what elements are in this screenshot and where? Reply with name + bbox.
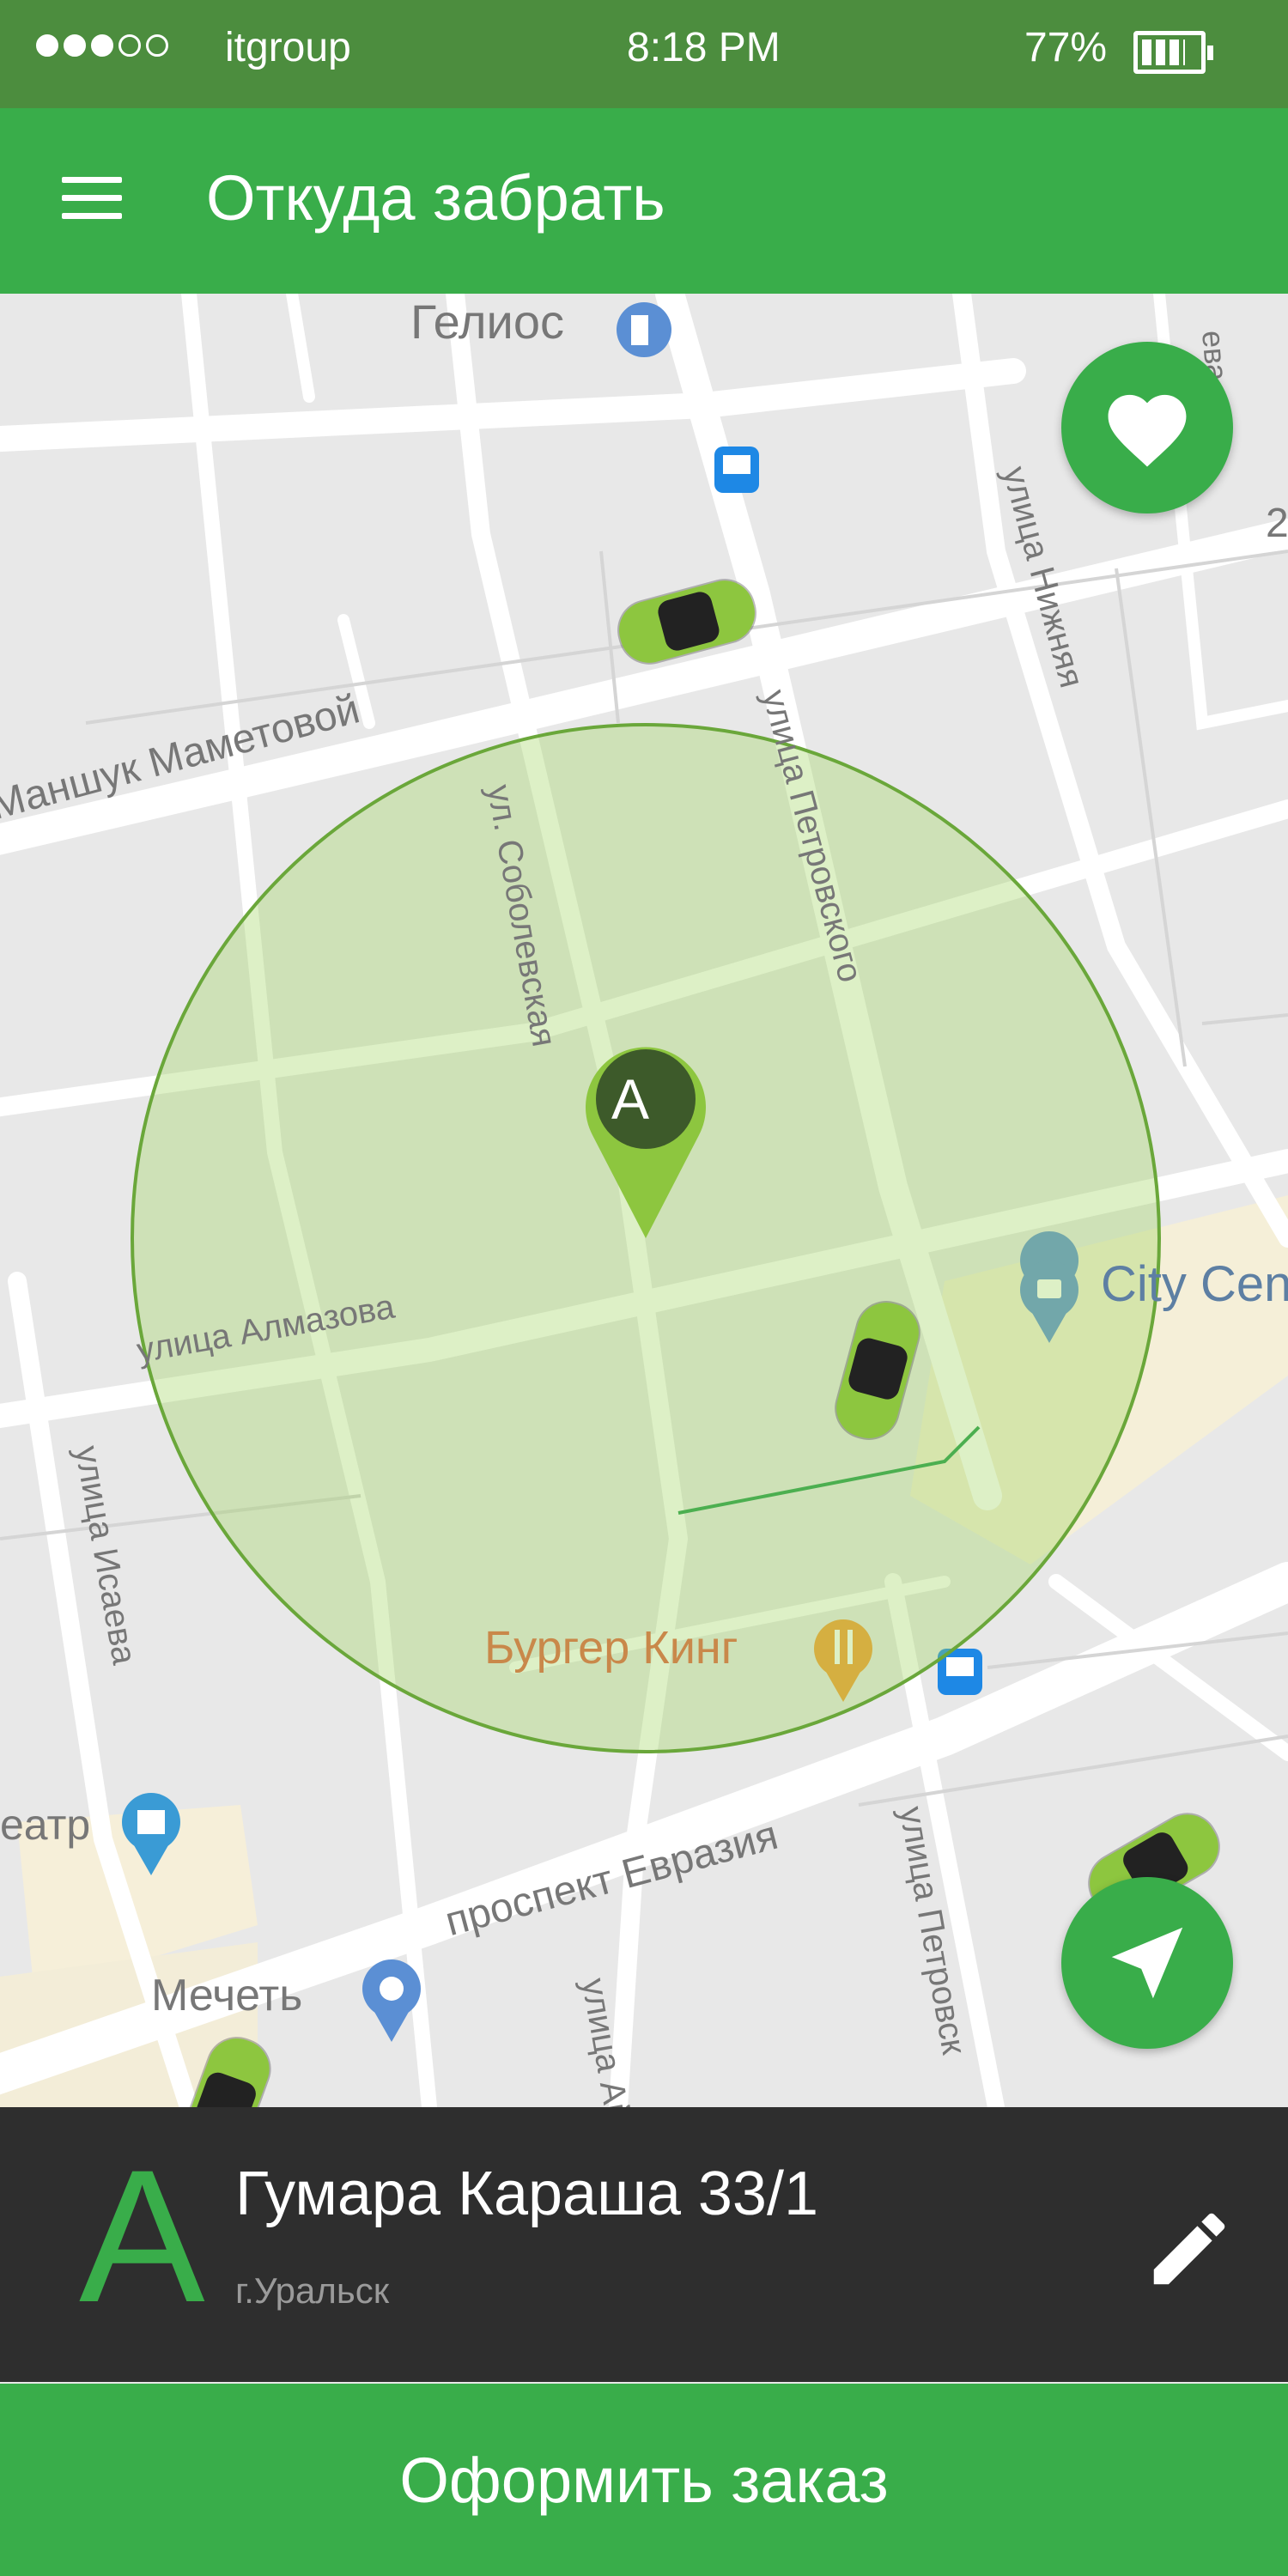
status-time: 8:18 PM <box>627 25 781 70</box>
locate-me-button[interactable] <box>1061 1877 1233 2049</box>
pickup-pin-letter: A <box>611 1067 650 1131</box>
place-order-button[interactable]: Оформить заказ <box>0 2384 1288 2576</box>
map-label-edge-2: 2 <box>1266 501 1288 546</box>
address-panel[interactable]: A Гумара Караша 33/1 г.Уральск <box>0 2107 1288 2382</box>
map-label-helios: Гелиос <box>410 295 564 349</box>
gas-station-icon <box>617 302 671 357</box>
battery-icon <box>1133 31 1213 74</box>
bus-stop-icon <box>714 447 759 493</box>
hamburger-menu-icon[interactable] <box>62 177 122 222</box>
pickup-address: Гумара Караша 33/1 <box>235 2160 819 2228</box>
pencil-icon[interactable] <box>1142 2202 1236 2296</box>
map-label-city-center: City Cen <box>1101 1256 1288 1312</box>
map-label-mechet: Мечеть <box>151 1971 303 2020</box>
pickup-city: г.Уральск <box>235 2270 390 2311</box>
battery-percent: 77% <box>1024 25 1108 70</box>
app-bar: Откуда забрать <box>0 108 1288 294</box>
address-letter: A <box>79 2130 205 2342</box>
status-bar: itgroup 8:18 PM 77% <box>0 0 1288 108</box>
signal-strength-icon <box>36 34 168 57</box>
page-title: Откуда забрать <box>206 162 665 234</box>
map-label-burger-king: Бургер Кинг <box>484 1622 738 1674</box>
map-streets <box>0 294 1288 2107</box>
map-view[interactable]: Гелиос Маншук Маметовой ул. Соболевская … <box>0 294 1288 2107</box>
heart-icon <box>1108 394 1187 467</box>
map-label-teatr: еатр <box>0 1801 91 1849</box>
favorites-button[interactable] <box>1061 342 1233 513</box>
carrier-name: itgroup <box>225 25 351 70</box>
navigation-arrow-icon <box>1111 1927 1183 1999</box>
